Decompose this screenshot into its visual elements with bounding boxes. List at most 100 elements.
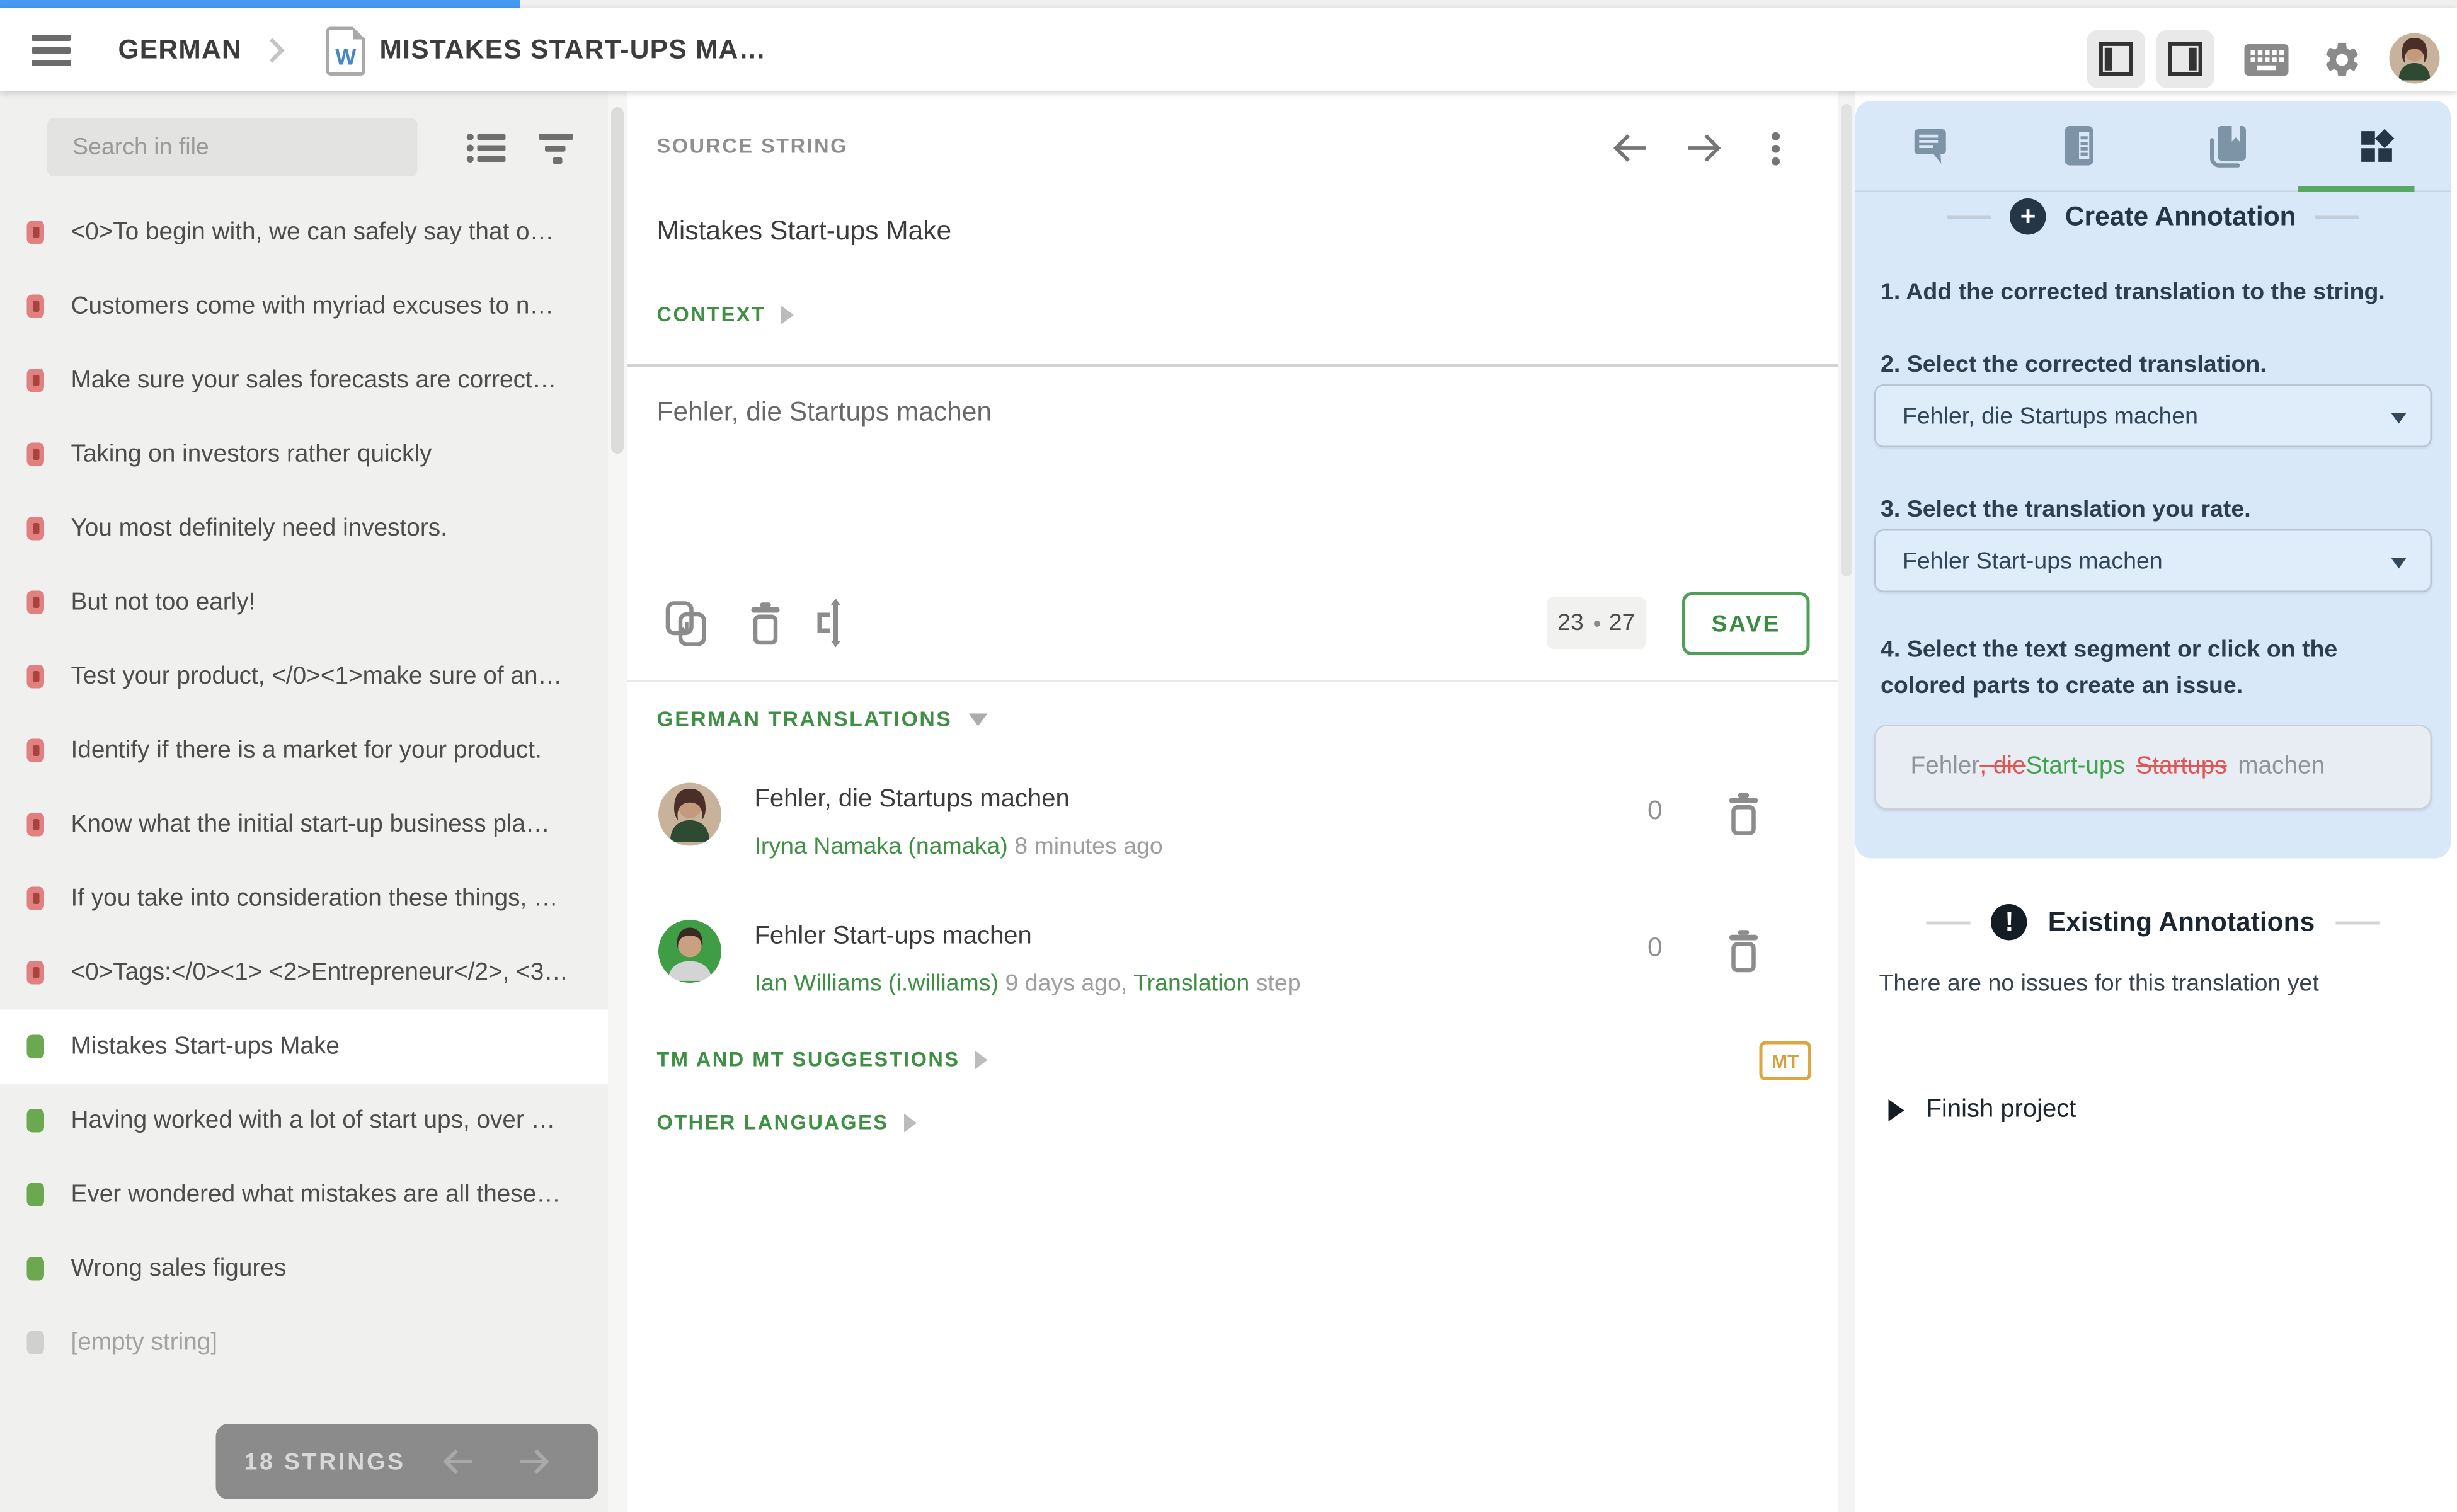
finish-project-toggle[interactable]: Finish project (1889, 1096, 2076, 1125)
list-item[interactable]: <0>Tags:</0><1> <2>Entrepreneur</2>, <3… (0, 936, 608, 1010)
translation-text: Fehler Start-ups machen (755, 923, 1032, 951)
user-avatar[interactable] (2390, 33, 2440, 84)
tab-document[interactable] (2004, 101, 2153, 191)
translation-input[interactable]: Fehler, die Startups machen (657, 397, 992, 428)
status-badge (27, 369, 45, 392)
create-annotation-header: + Create Annotation (1855, 198, 2451, 235)
list-item[interactable]: You most definitely need investors. (0, 491, 608, 566)
document-icon (2059, 125, 2097, 168)
segment-kept-text[interactable]: machen (2238, 753, 2325, 781)
exclamation-circle-icon: ! (1991, 904, 2028, 941)
list-item[interactable]: Customers come with myriad excuses to n… (0, 270, 608, 344)
list-view-icon[interactable] (466, 132, 507, 164)
comment-icon (1910, 126, 1950, 166)
step-3-label: 3. Select the translation you rate. (1881, 491, 2435, 528)
filter-icon[interactable] (539, 134, 575, 164)
list-item[interactable]: [empty string] (0, 1306, 608, 1380)
list-item[interactable]: Make sure your sales forecasts are corre… (0, 343, 608, 418)
app-window: GERMAN W MISTAKES START-UPS MA… <0>To be… (0, 0, 2457, 1512)
breadcrumb-language[interactable]: GERMAN (118, 35, 242, 66)
list-item[interactable]: Wrong sales figures (0, 1232, 608, 1306)
list-item[interactable]: If you take into consideration these thi… (0, 862, 608, 936)
save-button[interactable]: SAVE (1682, 592, 1810, 655)
copy-source-icon[interactable] (665, 600, 711, 648)
translator-avatar (658, 783, 721, 846)
mt-badge: MT (1760, 1041, 1812, 1081)
active-tab-indicator (2298, 186, 2415, 192)
editor-panel: SOURCE STRING Mistakes Start-ups Make CO… (627, 91, 1855, 1512)
settings-gear-icon[interactable] (2322, 40, 2362, 81)
dropdown-caret-icon (2391, 413, 2407, 424)
strings-count-label: 18 STRINGS (244, 1448, 406, 1475)
list-item[interactable]: Having worked with a lot of start ups, o… (0, 1084, 608, 1158)
divider-dash (1927, 920, 1971, 924)
list-item[interactable]: Identify if there is a market for your p… (0, 714, 608, 788)
annotation-panel: + Create Annotation 1. Add the corrected… (1855, 91, 2457, 1512)
expand-right-icon (1889, 1099, 1904, 1121)
context-toggle[interactable]: CONTEXT (657, 302, 794, 326)
strings-pager: 18 STRINGS (216, 1424, 599, 1499)
status-badge (27, 220, 45, 244)
tm-mt-suggestions-toggle[interactable]: TM AND MT SUGGESTIONS (657, 1048, 988, 1072)
scrollbar-thumb[interactable] (611, 107, 624, 454)
divider-dash (2315, 215, 2359, 218)
german-translations-toggle[interactable]: GERMAN TRANSLATIONS (657, 707, 987, 731)
breadcrumb-document-title[interactable]: MISTAKES START-UPS MA… (380, 35, 767, 66)
rated-translation-dropdown[interactable]: Fehler Start-ups machen (1874, 529, 2432, 592)
menu-icon[interactable] (32, 35, 71, 72)
diff-segment-box[interactable]: Fehler, dieStart-ups Startups machen (1874, 724, 2432, 810)
text-cursor-icon[interactable] (815, 598, 857, 648)
delete-translation-icon[interactable] (747, 602, 784, 646)
status-badge (27, 1109, 45, 1133)
workflow-step-link[interactable]: Translation (1133, 970, 1249, 997)
more-options-icon[interactable] (1772, 132, 1779, 164)
editor-scrollbar[interactable] (1838, 91, 1856, 1512)
status-badge (27, 443, 45, 467)
next-page-icon[interactable] (516, 1446, 551, 1477)
dropdown-caret-icon (2391, 558, 2407, 569)
corrected-translation-dropdown[interactable]: Fehler, die Startups machen (1874, 384, 2432, 447)
list-item-selected[interactable]: Mistakes Start-ups Make (0, 1010, 608, 1084)
author-link[interactable]: Iryna Namaka (namaka) (755, 833, 1008, 861)
vote-count: 0 (1647, 796, 1663, 827)
author-link[interactable]: Ian Williams (i.williams) (755, 970, 999, 997)
step-1-label: 1. Add the corrected translation to the … (1881, 274, 2435, 311)
source-string-text: Mistakes Start-ups Make (657, 216, 952, 248)
progress-bar (0, 0, 520, 8)
segment-added-text[interactable]: Start-ups (2026, 753, 2125, 781)
previous-string-icon[interactable] (1612, 131, 1649, 166)
list-item[interactable]: Taking on investors rather quickly (0, 418, 608, 492)
list-item[interactable]: <0>To begin with, we can safely say that… (0, 195, 608, 270)
list-item[interactable]: But not too early! (0, 566, 608, 640)
delete-icon[interactable] (1725, 793, 1763, 837)
step-4-label: 4. Select the text segment or click on t… (1881, 632, 2435, 704)
prev-page-icon[interactable] (440, 1446, 475, 1477)
chevron-right-icon (265, 37, 287, 65)
panel-tabs (1855, 101, 2451, 192)
list-item[interactable]: Test your product, </0><1>make sure of a… (0, 639, 608, 714)
keyboard-shortcuts-icon[interactable] (2243, 43, 2290, 77)
tab-comments[interactable] (1855, 101, 2004, 191)
tab-glossary[interactable] (2153, 101, 2302, 191)
layout-right-panel-button[interactable] (2156, 30, 2215, 89)
segment-removed-text[interactable]: Startups (2136, 753, 2226, 781)
sidebar-scrollbar[interactable] (608, 91, 627, 1512)
scrollbar-thumb[interactable] (1841, 104, 1853, 576)
status-badge (27, 1035, 45, 1059)
divider (627, 680, 1855, 682)
word-document-icon: W (326, 27, 366, 76)
widgets-icon (2356, 125, 2397, 166)
char-counter: 2327 (1547, 597, 1646, 650)
delete-icon[interactable] (1725, 929, 1763, 973)
segment-kept-text[interactable]: Fehler (1911, 753, 1980, 781)
no-issues-text: There are no issues for this translation… (1879, 970, 2319, 997)
other-languages-toggle[interactable]: OTHER LANGUAGES (657, 1111, 917, 1135)
tab-annotations-active[interactable] (2302, 101, 2451, 191)
next-string-icon[interactable] (1685, 131, 1723, 166)
layout-left-panel-button[interactable] (2087, 30, 2146, 89)
search-input[interactable] (47, 118, 418, 177)
segment-removed-text[interactable]: , die (1979, 753, 2025, 781)
list-item[interactable]: Ever wondered what mistakes are all thes… (0, 1158, 608, 1232)
list-item[interactable]: Know what the initial start-up business … (0, 788, 608, 862)
existing-annotations-header: ! Existing Annotations (1855, 904, 2451, 941)
